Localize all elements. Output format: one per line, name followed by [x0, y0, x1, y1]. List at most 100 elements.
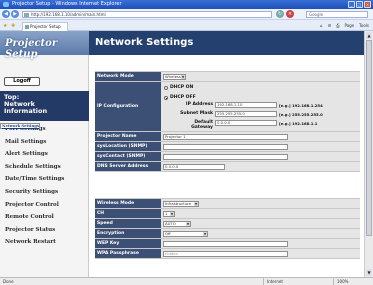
ch-value: 1 — [165, 211, 168, 216]
encryption-value: Off — [165, 231, 171, 236]
wireless-mode-select[interactable]: Infrastructure ▼ — [163, 201, 199, 207]
main-content: Network Settings Network Mode Wireless ▼ … — [89, 31, 364, 277]
default-gateway-hint: [e.g.] 192.168.1.1 — [279, 121, 318, 126]
row-wpa-passphrase: WPA Passphrase hidden — [95, 249, 360, 259]
sidebar-item-alert-settings[interactable]: Alert Settings — [0, 148, 89, 161]
row-wireless-mode: Wireless Mode Infrastructure ▼ — [95, 199, 360, 209]
window-title: Projector Setup - Windows Internet Explo… — [12, 1, 122, 7]
scroll-up-icon[interactable]: ▲ — [366, 32, 372, 39]
row-sys-location: sysLocation (SNMP) — [95, 142, 360, 152]
network-mode-select[interactable]: Wireless ▼ — [163, 74, 186, 80]
row-ch: CH 1 ▼ — [95, 209, 360, 219]
wpa-passphrase-input[interactable]: hidden — [163, 251, 288, 257]
favorites-star-icon[interactable]: ★ — [3, 23, 7, 29]
add-favorite-icon[interactable]: ✚ — [11, 23, 15, 29]
top-line-3: Information — [4, 107, 48, 115]
sys-location-label: sysLocation (SNMP) — [95, 142, 161, 151]
default-gateway-input[interactable]: 0.0.0.0 — [215, 120, 277, 126]
ip-address-input[interactable]: 192.168.1.10 — [215, 102, 277, 108]
top-network-info-link[interactable]: Top: Network Information — [0, 91, 89, 121]
dhcp-on-radio[interactable] — [164, 86, 168, 90]
stop-icon[interactable]: × — [286, 10, 294, 18]
vertical-scrollbar[interactable]: ▲ ▼ — [364, 31, 373, 277]
tab-projector-setup[interactable]: Projector Setup — [22, 22, 68, 31]
projector-name-input[interactable]: Projector 1 — [163, 134, 288, 140]
feeds-icon[interactable]: ☰ — [328, 22, 332, 29]
maximize-button[interactable]: □ — [356, 1, 363, 8]
sidebar-item-network-restart[interactable]: Network Restart — [0, 236, 89, 249]
wireless-mode-value: Infrastructure — [165, 201, 191, 206]
sidebar-menu: Network Settings Port Settings Mail Sett… — [0, 123, 89, 249]
url-text: http://192.168.1.10/admin/main.html — [31, 12, 106, 17]
wep-key-input[interactable] — [163, 241, 288, 247]
row-wep-key: WEP Key — [95, 239, 360, 249]
tab-bar: ★ ✚ Projector Setup ⌂ ☰ ⎙ Page Tools — [0, 20, 373, 31]
status-bar: Done Internet 100% — [0, 277, 373, 285]
address-bar[interactable]: http://192.168.1.10/admin/main.html — [22, 11, 272, 18]
close-button[interactable]: × — [364, 1, 371, 8]
chevron-down-icon: ▼ — [203, 232, 207, 236]
chevron-down-icon: ▼ — [186, 222, 190, 226]
speed-label: Speed — [95, 219, 161, 228]
network-mode-label: Network Mode — [95, 72, 161, 81]
dhcp-off-radio[interactable] — [164, 96, 168, 100]
dns-server-input[interactable]: 0.0.0.0 — [163, 164, 225, 170]
minimize-button[interactable]: _ — [348, 1, 355, 8]
dns-server-label: DNS Server Address — [95, 162, 161, 171]
sys-contact-input[interactable] — [163, 154, 288, 160]
scroll-down-icon[interactable]: ▼ — [366, 269, 372, 276]
wpa-passphrase-label: WPA Passphrase — [95, 249, 161, 258]
ie-logo-icon — [3, 2, 9, 7]
ch-select[interactable]: 1 ▼ — [163, 211, 175, 217]
dhcp-off-text: DHCP OFF — [170, 95, 196, 100]
ch-label: CH — [95, 209, 161, 218]
search-input[interactable]: Google — [306, 11, 368, 18]
sidebar-item-date-time-settings[interactable]: Date/Time Settings — [0, 173, 89, 186]
projector-name-label: Projector Name — [95, 132, 161, 141]
zoom-level[interactable]: 100% — [333, 278, 373, 285]
tab-label: Projector Setup — [30, 24, 61, 29]
tools-menu[interactable]: Tools — [359, 22, 369, 29]
sidebar: Projector Setup Logoff Top: Network Info… — [0, 31, 89, 277]
title-bar: Projector Setup - Windows Internet Explo… — [0, 0, 373, 9]
page-menu[interactable]: Page — [344, 22, 354, 29]
dhcp-on-text: DHCP ON — [170, 85, 194, 90]
encryption-select[interactable]: Off ▼ — [163, 231, 208, 237]
ip-address-label: IP Address — [185, 102, 213, 107]
ip-config-label: IP Configuration — [95, 82, 161, 131]
subnet-mask-hint: [e.g.] 255.255.255.0 — [279, 112, 323, 117]
forward-icon[interactable]: ▶ — [11, 10, 19, 18]
logoff-button[interactable]: Logoff — [4, 77, 40, 86]
chevron-down-icon: ▼ — [194, 202, 198, 206]
browser-window: Projector Setup - Windows Internet Explo… — [0, 0, 373, 285]
sidebar-item-schedule-settings[interactable]: Schedule Settings — [0, 161, 89, 174]
page-icon — [24, 13, 29, 17]
row-projector-name: Projector Name Projector 1 — [95, 132, 360, 142]
sidebar-item-mail-settings[interactable]: Mail Settings — [0, 136, 89, 149]
chevron-down-icon: ▼ — [170, 212, 174, 216]
back-icon[interactable]: ◀ — [2, 10, 10, 18]
print-icon[interactable]: ⎙ — [336, 22, 339, 29]
subnet-mask-input[interactable]: 255.255.255.0 — [215, 111, 277, 117]
sidebar-item-projector-status[interactable]: Projector Status — [0, 224, 89, 237]
sidebar-item-network-settings[interactable]: Network Settings — [0, 123, 41, 129]
wireless-table: Wireless Mode Infrastructure ▼ CH 1 ▼ Spee… — [95, 198, 360, 259]
wep-key-label: WEP Key — [95, 239, 161, 248]
tab-page-icon — [25, 25, 29, 29]
speed-value: AUTO — [165, 221, 176, 226]
row-sys-contact: sysContact (SNMP) — [95, 152, 360, 162]
page-title: Network Settings — [89, 31, 364, 55]
encryption-label: Encryption — [95, 229, 161, 238]
refresh-icon[interactable]: ↻ — [276, 10, 284, 18]
network-table: Network Mode Wireless ▼ IP Configuration … — [95, 71, 360, 172]
home-icon[interactable]: ⌂ — [320, 22, 323, 29]
security-zone: Internet — [263, 278, 308, 285]
sidebar-item-projector-control[interactable]: Projector Control — [0, 199, 89, 212]
network-mode-value: Wireless — [165, 74, 181, 79]
default-gateway-label: Default Gateway — [191, 120, 213, 130]
speed-select[interactable]: AUTO ▼ — [163, 221, 191, 227]
sidebar-item-remote-control[interactable]: Remote Control — [0, 211, 89, 224]
scroll-thumb[interactable] — [366, 40, 372, 236]
sidebar-item-security-settings[interactable]: Security Settings — [0, 186, 89, 199]
sys-location-input[interactable] — [163, 144, 288, 150]
